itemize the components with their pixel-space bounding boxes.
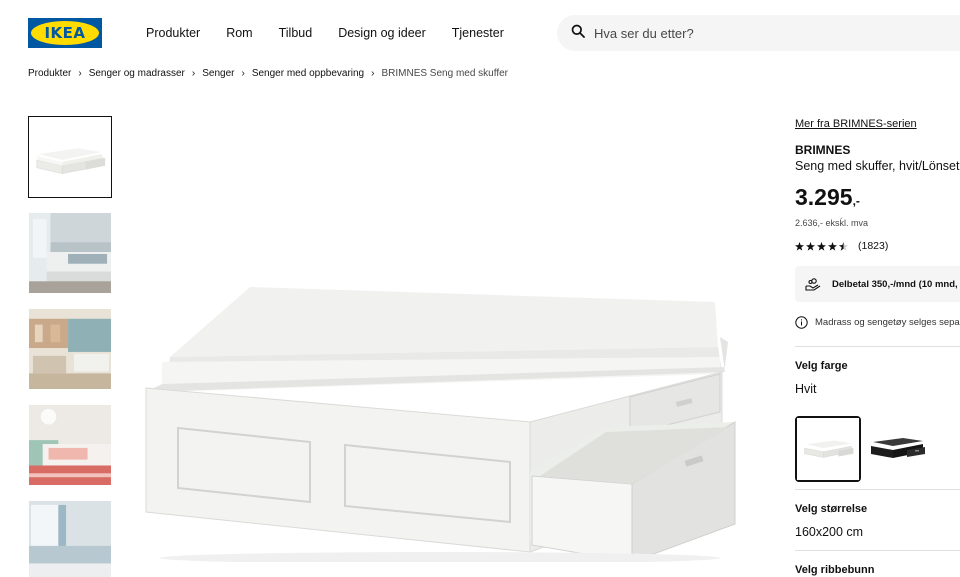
breadcrumb-item[interactable]: Senger med oppbevaring [252,68,364,79]
color-swatch-white[interactable] [795,416,861,482]
size-label: Velg størrelse [795,503,868,515]
star-icon [817,241,826,251]
logo-oval: IKEA [31,21,99,45]
color-value: Hvit [795,382,817,396]
breadcrumb-item[interactable]: Senger [202,68,234,79]
product-main-image[interactable] [140,262,740,564]
divider [795,550,960,551]
chevron-right-icon: › [191,68,196,79]
size-value[interactable]: 160x200 cm [795,525,960,540]
thumbnail-bedroom-2[interactable] [28,308,112,390]
info-icon [795,316,808,329]
chevron-right-icon: › [241,68,245,79]
price: 3.295,- [795,183,960,215]
logo-text: IKEA [44,24,86,42]
thumbnail-bedroom-1[interactable] [28,212,112,294]
breadcrumb-item[interactable]: Produkter [28,68,71,79]
notice: Madrass og sengetøy selges separ [795,316,960,329]
nav-produkter[interactable]: Produkter [146,25,200,41]
installment-text: Delbetal 350,-/mnd (10 mnd, [832,278,958,290]
series-link[interactable]: Mer fra BRIMNES-serien [795,117,960,131]
product-name: BRIMNES [795,143,851,157]
search-icon [571,24,585,43]
star-icon [806,241,815,251]
thumbnail-bed-white[interactable] [28,116,112,198]
color-label: Velg farge [795,360,848,372]
color-swatch-black[interactable] [865,416,931,482]
price-amount: 3.295 [795,184,853,210]
ikea-logo[interactable]: IKEA [28,18,102,48]
rating-stars [795,241,848,251]
price-suffix: ,- [852,194,860,208]
rating-count: (1823) [858,240,889,252]
thumbnail-bedroom-4[interactable] [28,500,112,577]
half-star-icon [839,241,848,251]
rating[interactable]: (1823) [795,240,960,252]
nav-design-og-ideer[interactable]: Design og ideer [338,25,426,41]
nav-tjenester[interactable]: Tjenester [452,25,504,41]
installment-banner[interactable]: Delbetal 350,-/mnd (10 mnd, [795,266,960,302]
thumbnail-gallery [28,116,112,577]
main-nav: Produkter Rom Tilbud Design og ideer Tje… [146,25,530,41]
star-icon [828,241,837,251]
breadcrumb-item[interactable]: Senger og madrasser [89,68,185,79]
divider [795,346,960,347]
nav-tilbud[interactable]: Tilbud [279,25,313,41]
nav-rom[interactable]: Rom [226,25,252,41]
chevron-right-icon: › [371,68,375,79]
breadcrumb: Produkter › Senger og madrasser › Senger… [28,68,508,79]
thumbnail-bedroom-3[interactable] [28,404,112,486]
divider [795,489,960,490]
chevron-right-icon: › [78,68,82,79]
notice-text: Madrass og sengetøy selges separ [815,317,960,328]
slats-label: Velg ribbebunn [795,564,875,576]
search-input[interactable]: Hva ser du etter? [557,15,960,51]
star-icon [795,241,804,251]
color-options [795,416,960,482]
breadcrumb-current: BRIMNES Seng med skuffer [381,68,509,79]
hand-coins-icon [805,278,821,291]
product-info-panel: Mer fra BRIMNES-serien BRIMNES Seng med … [795,117,960,577]
product-description: Seng med skuffer, hvit/Lönset [795,159,960,173]
site-header: IKEA Produkter Rom Tilbud Design og idee… [0,0,960,66]
search-placeholder: Hva ser du etter? [594,25,694,41]
price-ex-vat: 2.636,- eksḱl. mva [795,218,869,228]
